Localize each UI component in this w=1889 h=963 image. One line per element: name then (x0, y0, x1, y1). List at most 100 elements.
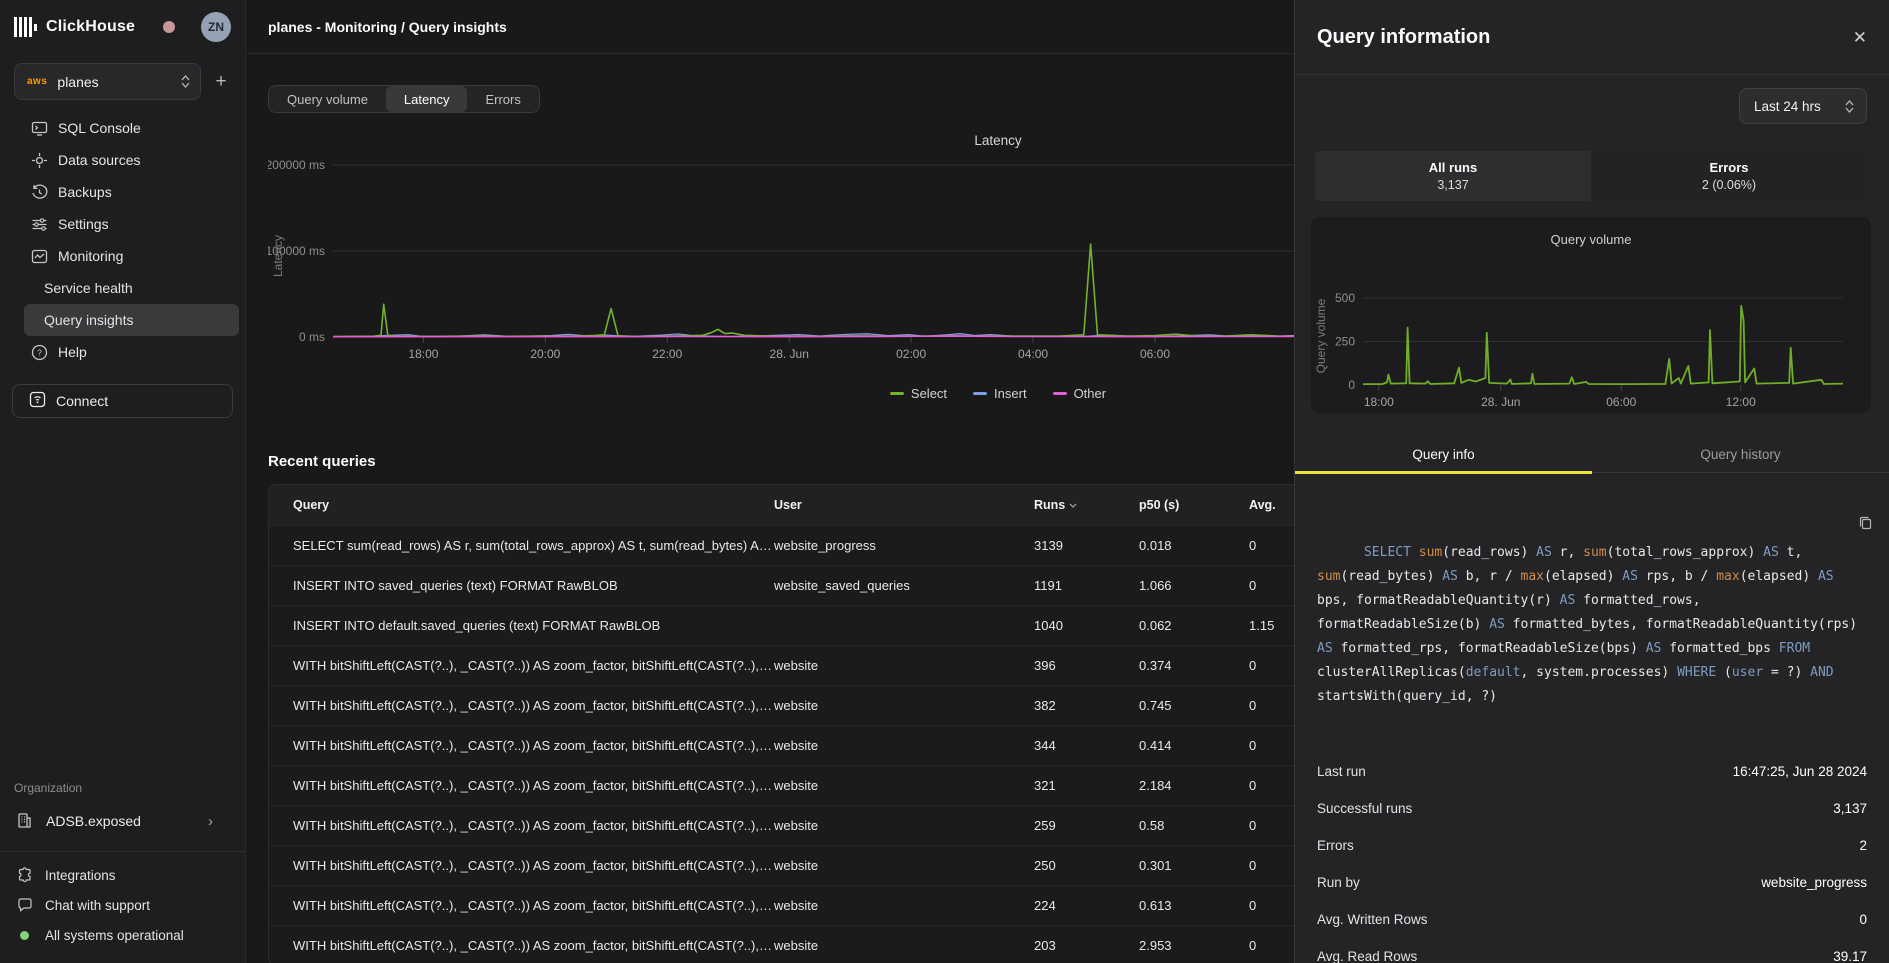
sidebar-item-data-sources[interactable]: Data sources (0, 144, 245, 176)
sql-token: sum (1583, 545, 1606, 560)
svg-text:12:00: 12:00 (1726, 395, 1756, 409)
clickhouse-logo-icon (14, 17, 37, 37)
column-header-p50[interactable]: p50 (s) (1139, 498, 1249, 512)
cell-query: WITH bitShiftLeft(CAST(?..), _CAST(?..))… (269, 858, 774, 873)
cell-p50: 2.953 (1139, 938, 1249, 953)
tab-all-runs[interactable]: All runs 3,137 (1315, 151, 1591, 201)
sql-token: sum (1419, 545, 1442, 560)
cell-user: website (774, 818, 1034, 833)
tab-query-info[interactable]: Query info (1295, 439, 1592, 472)
avatar[interactable]: ZN (201, 12, 231, 42)
legend-item-select[interactable]: Select (890, 386, 947, 401)
tab-query-history[interactable]: Query history (1592, 439, 1889, 472)
organization-name: ADSB.exposed (46, 813, 141, 829)
stat-row: Run bywebsite_progress (1317, 864, 1867, 901)
sql-token: rps, b / (1646, 569, 1716, 584)
sidebar-item-backups[interactable]: Backups (0, 176, 245, 208)
backups-icon (30, 183, 48, 201)
sidebar-item-help[interactable]: ? Help (0, 336, 245, 368)
svg-text:250: 250 (1335, 335, 1355, 349)
cell-p50: 0.745 (1139, 698, 1249, 713)
svg-text:Query volume: Query volume (1314, 298, 1328, 373)
legend-item-other[interactable]: Other (1053, 386, 1107, 401)
time-range-select[interactable]: Last 24 hrs (1739, 88, 1867, 124)
tab-latency[interactable]: Latency (386, 86, 468, 112)
add-service-button[interactable]: + (211, 72, 231, 91)
sql-code-block: SELECT sum(read_rows) AS r, sum(total_ro… (1317, 493, 1867, 709)
notification-dot-icon[interactable] (163, 21, 175, 33)
legend-item-insert[interactable]: Insert (973, 386, 1027, 401)
cell-query: WITH bitShiftLeft(CAST(?..), _CAST(?..))… (269, 658, 774, 673)
tab-errors-runs[interactable]: Errors 2 (0.06%) (1591, 151, 1867, 201)
tab-errors[interactable]: Errors (467, 86, 538, 112)
sql-token: r, (1560, 545, 1583, 560)
close-icon[interactable]: ✕ (1853, 29, 1867, 46)
stat-row: Last run16:47:25, Jun 28 2024 (1317, 753, 1867, 790)
sidebar-item-chat-support[interactable]: Chat with support (0, 890, 245, 920)
sidebar-item-service-health[interactable]: Service health (0, 272, 245, 304)
cell-query: WITH bitShiftLeft(CAST(?..), _CAST(?..))… (269, 898, 774, 913)
stat-row: Successful runs3,137 (1317, 790, 1867, 827)
cell-query: INSERT INTO saved_queries (text) FORMAT … (269, 578, 774, 593)
sidebar-item-label: SQL Console (58, 120, 141, 136)
mini-chart-title: Query volume (1311, 232, 1871, 247)
svg-text:22:00: 22:00 (652, 347, 682, 361)
sidebar-item-integrations[interactable]: Integrations (0, 860, 245, 890)
sidebar-item-monitoring[interactable]: Monitoring (0, 240, 245, 272)
svg-text:?: ? (37, 347, 42, 357)
sidebar-item-query-insights[interactable]: Query insights (24, 304, 239, 336)
sql-token: (elapsed) (1740, 569, 1818, 584)
app-window: ClickHouse ZN aws planes + SQL Console (0, 0, 1889, 963)
cell-user: website_progress (774, 538, 1034, 553)
sql-token: (read_rows) (1442, 545, 1536, 560)
service-selector[interactable]: aws planes (14, 63, 201, 100)
errors-count: 2 (0.06%) (1702, 178, 1756, 192)
sidebar-nav: SQL Console Data sources Backups Setting… (0, 112, 245, 368)
sql-token: FROM (1779, 641, 1818, 656)
cell-query: SELECT sum(read_rows) AS r, sum(total_ro… (269, 538, 774, 553)
query-information-panel: Query information ✕ Last 24 hrs All runs… (1294, 0, 1889, 963)
svg-text:06:00: 06:00 (1140, 347, 1170, 361)
column-header-query[interactable]: Query (269, 498, 774, 512)
cell-p50: 0.062 (1139, 618, 1249, 633)
query-volume-chart: Query volume 025050018:0028. Jun06:0012:… (1311, 217, 1871, 413)
cell-runs: 344 (1034, 738, 1139, 753)
main-area: planes - Monitoring / Query insights Que… (246, 0, 1889, 963)
sql-token: AS (1317, 641, 1340, 656)
sql-token: = ?) (1763, 665, 1810, 680)
aws-icon: aws (27, 76, 47, 87)
legend-dash-icon (1053, 392, 1067, 395)
connect-button[interactable]: Connect (12, 384, 233, 418)
sql-token: max (1716, 569, 1739, 584)
sidebar-item-sql-console[interactable]: SQL Console (0, 112, 245, 144)
copy-icon[interactable] (1780, 491, 1873, 563)
sidebar-item-label: Monitoring (58, 248, 123, 264)
column-header-runs[interactable]: Runs (1034, 498, 1139, 512)
svg-text:18:00: 18:00 (408, 347, 438, 361)
cell-runs: 1191 (1034, 578, 1139, 593)
cell-runs: 224 (1034, 898, 1139, 913)
chevron-updown-icon (1845, 100, 1854, 113)
cell-p50: 0.613 (1139, 898, 1249, 913)
runs-summary-tabs: All runs 3,137 Errors 2 (0.06%) (1315, 151, 1867, 201)
system-status[interactable]: All systems operational (0, 920, 245, 950)
svg-text:28. Jun: 28. Jun (770, 347, 809, 361)
stat-row: Avg. Read Rows39.17 (1317, 938, 1867, 963)
legend-label: Insert (994, 386, 1027, 401)
cell-user: website (774, 898, 1034, 913)
sidebar-item-label: Settings (58, 216, 109, 232)
tab-query-volume[interactable]: Query volume (269, 86, 386, 112)
column-header-user[interactable]: User (774, 498, 1034, 512)
sidebar-item-label: Help (58, 344, 87, 360)
legend-label: Select (911, 386, 947, 401)
cell-user: website (774, 698, 1034, 713)
sql-token: clusterAllReplicas( (1317, 665, 1466, 680)
organization-selector[interactable]: ADSB.exposed › (0, 805, 245, 837)
stat-label: Errors (1317, 838, 1354, 853)
brand-name: ClickHouse (46, 18, 135, 36)
sidebar-subitem-label: Query insights (44, 312, 133, 328)
page-title: planes - Monitoring / Query insights (268, 19, 507, 35)
stat-label: Successful runs (1317, 801, 1412, 816)
cell-user: website (774, 658, 1034, 673)
sidebar-item-settings[interactable]: Settings (0, 208, 245, 240)
